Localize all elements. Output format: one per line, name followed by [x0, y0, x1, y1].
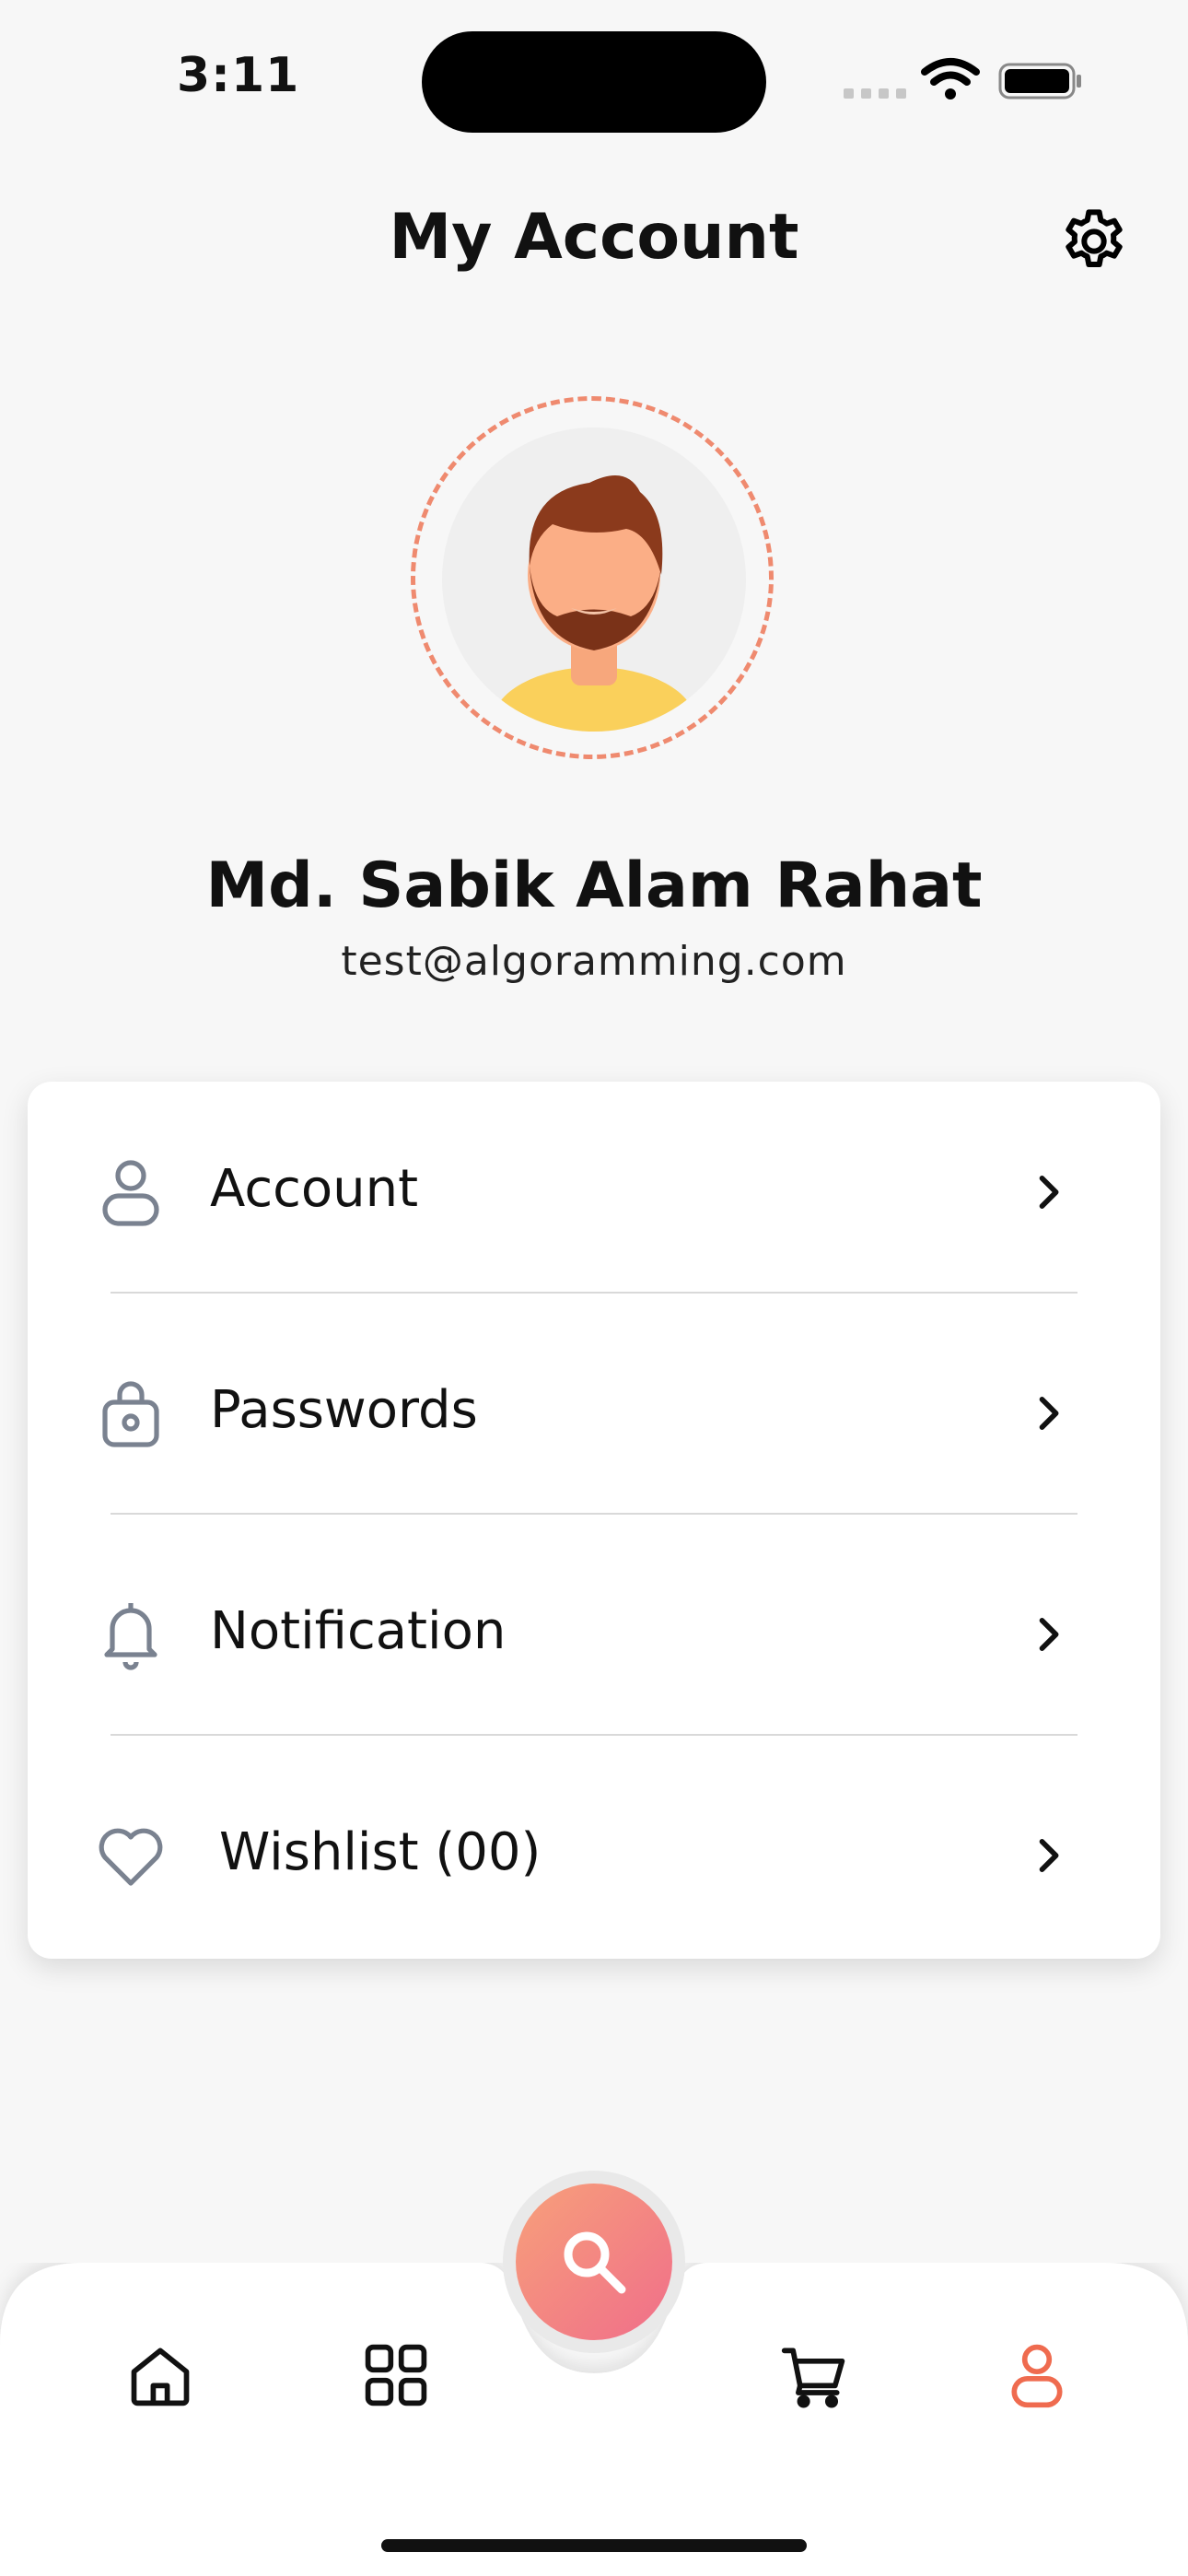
cart-icon[interactable]: [779, 2340, 849, 2410]
chevron-right-icon: [1039, 1618, 1059, 1651]
home-indicator: [381, 2539, 807, 2552]
menu-item-notification[interactable]: Notification: [28, 1524, 1160, 1745]
divider: [111, 1513, 1077, 1515]
chevron-right-icon: [1039, 1839, 1059, 1872]
menu-label: Wishlist (00): [219, 1822, 542, 1882]
menu-label: Passwords: [210, 1380, 478, 1440]
bell-icon: [104, 1603, 157, 1670]
menu-label: Notification: [210, 1601, 507, 1661]
menu-item-account[interactable]: Account: [28, 1082, 1160, 1303]
profile-name: Md. Sabik Alam Rahat: [205, 849, 983, 922]
dynamic-island: [422, 31, 766, 133]
lock-icon: [102, 1381, 159, 1447]
divider: [111, 1734, 1077, 1736]
heart-icon: [99, 1828, 163, 1886]
search-icon: [564, 2231, 626, 2294]
signal-icon: [844, 88, 906, 99]
profile-email: test@algoramming.com: [341, 938, 847, 985]
menu-item-wishlist[interactable]: Wishlist (00): [28, 1745, 1160, 1966]
chevron-right-icon: [1039, 1397, 1059, 1430]
wifi-icon: [921, 58, 980, 100]
home-icon[interactable]: [125, 2340, 195, 2410]
profile-icon[interactable]: [1002, 2340, 1072, 2410]
divider: [111, 1292, 1077, 1294]
avatar-illustration: [493, 475, 695, 732]
account-menu-card: Account Passwords Notification Wishlist …: [28, 1082, 1160, 1959]
menu-item-passwords[interactable]: Passwords: [28, 1303, 1160, 1524]
user-icon: [102, 1160, 159, 1226]
avatar[interactable]: [442, 427, 746, 732]
page-title: My Account: [389, 201, 799, 274]
grid-icon[interactable]: [361, 2340, 431, 2410]
chevron-right-icon: [1039, 1176, 1059, 1209]
gear-icon[interactable]: [1057, 205, 1131, 278]
battery-icon: [998, 63, 1081, 100]
search-fab-button[interactable]: [516, 2184, 672, 2340]
status-time: 3:11: [177, 48, 300, 103]
menu-label: Account: [210, 1159, 419, 1219]
